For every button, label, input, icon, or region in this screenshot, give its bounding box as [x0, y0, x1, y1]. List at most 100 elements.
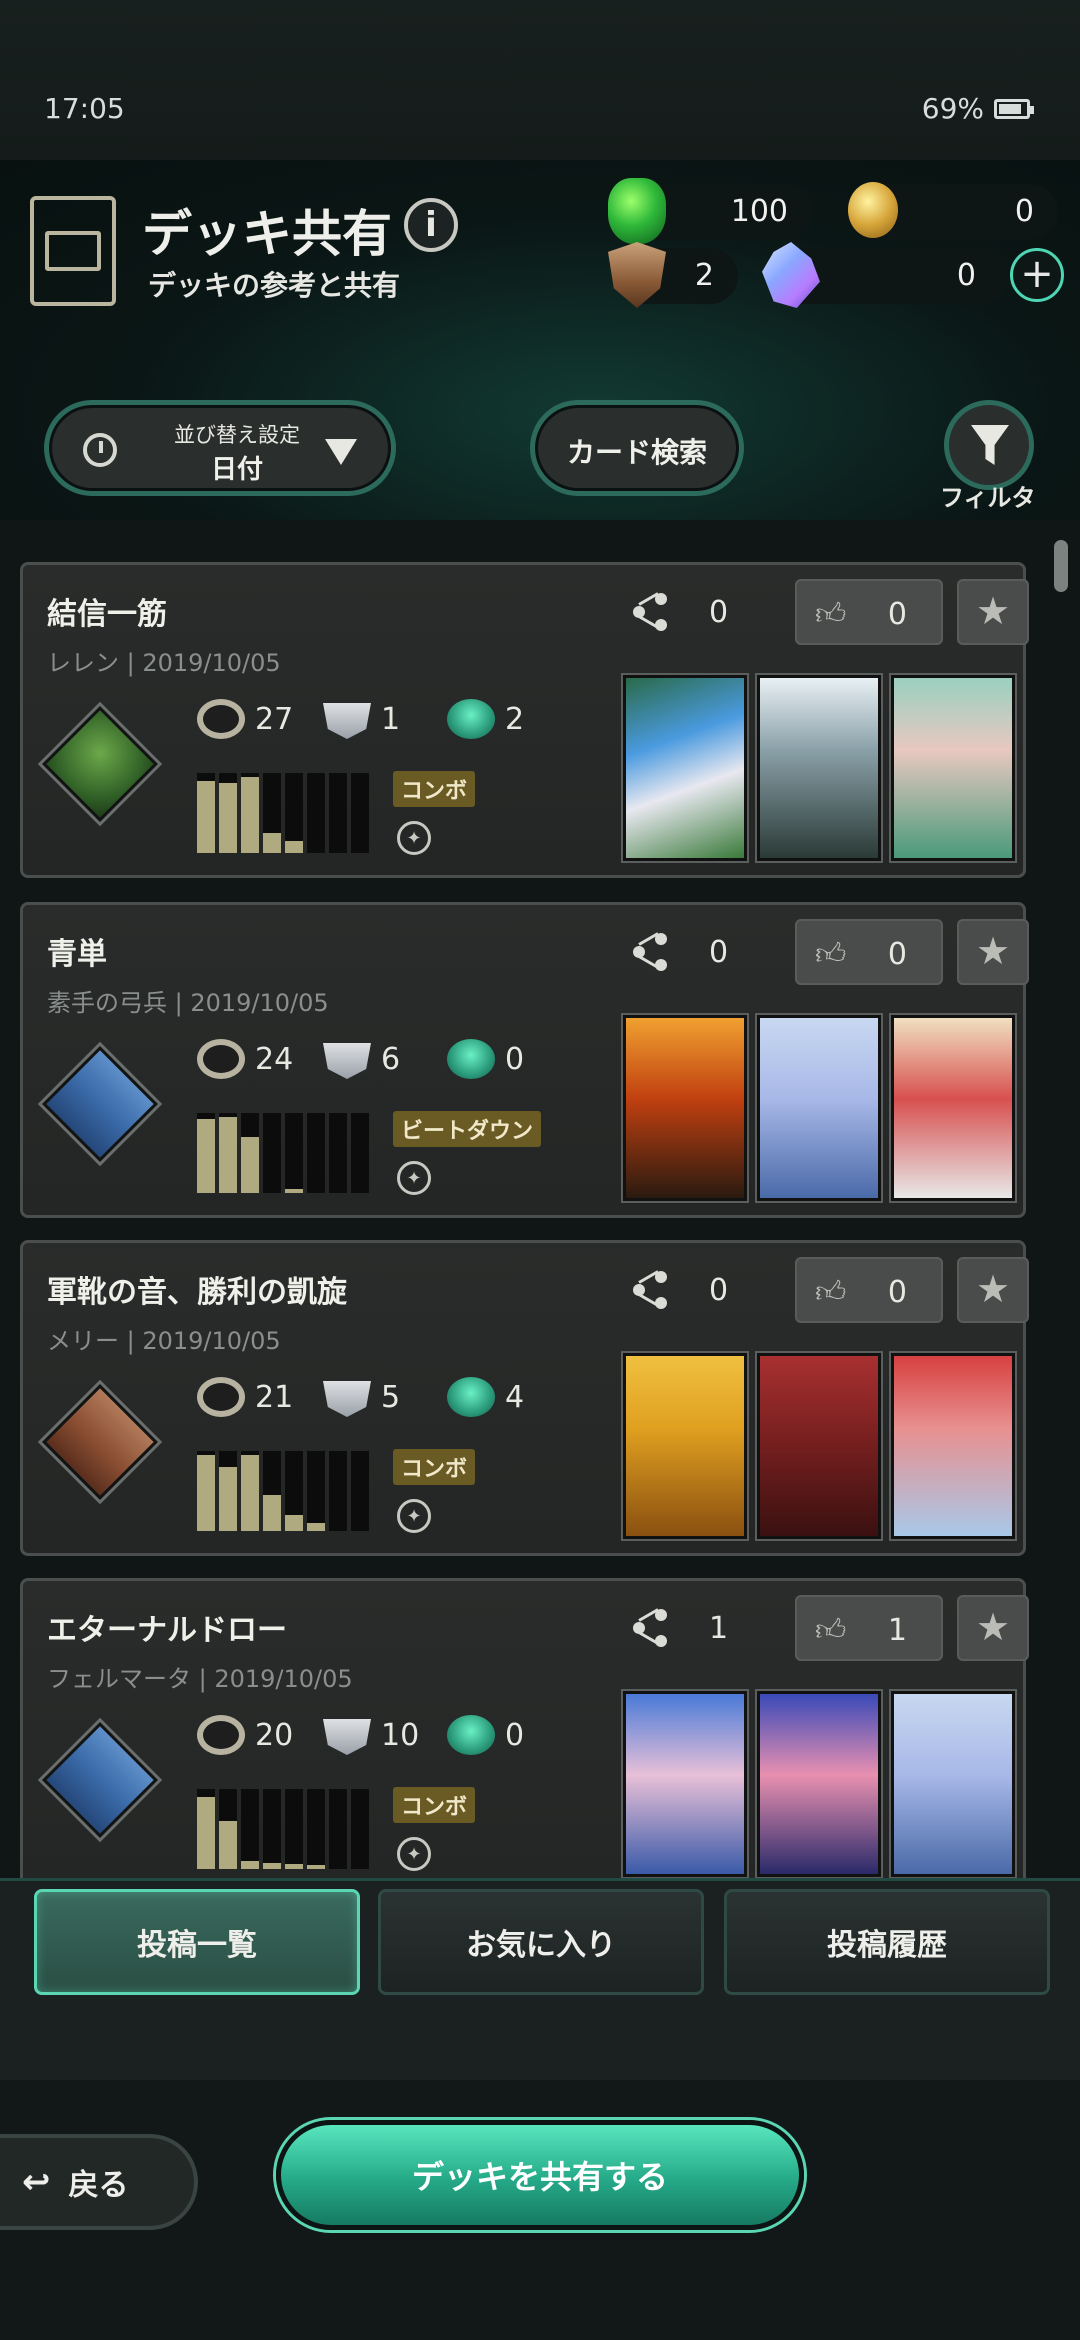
deck-card[interactable]: 軍靴の音、勝利の凱旋 メリー | 2019/10/05 0 👍︎ 0 ★ 21 … [20, 1240, 1029, 1556]
favorite-star-button[interactable]: ★ [957, 579, 1029, 645]
deck-meta: レレン | 2019/10/05 [47, 649, 281, 677]
battery-status: 69% [921, 92, 1034, 125]
card-search-label: カード検索 [566, 436, 707, 469]
leader-emblem [42, 706, 158, 822]
follower-count: 20 [255, 1717, 294, 1753]
filter-button[interactable] [944, 400, 1034, 490]
tab-post-list[interactable]: 投稿一覧 [34, 1889, 360, 1995]
deck-card[interactable]: エターナルドロー フェルマータ | 2019/10/05 1 👍︎ 1 ★ 20… [20, 1578, 1029, 1878]
favorite-star-button[interactable]: ★ [957, 1595, 1029, 1661]
card-art[interactable] [755, 1351, 883, 1541]
curve-bar-fill [197, 781, 215, 853]
deck-list[interactable]: 結信一筋 レレン | 2019/10/05 0 👍︎ 0 ★ 27 1 2 コン… [0, 520, 1080, 1878]
follower-count: 24 [255, 1041, 294, 1077]
amulet-count: 4 [505, 1379, 525, 1415]
card-art[interactable] [889, 673, 1017, 863]
deck-box-icon [30, 196, 116, 306]
curve-bar-fill [263, 833, 281, 853]
card-art[interactable] [755, 1689, 883, 1878]
share-count: 0 [709, 595, 729, 630]
sort-value: 日付 [210, 455, 263, 485]
curve-bar [263, 1789, 281, 1869]
mana-curve [197, 1113, 369, 1193]
amulet-icon [447, 1039, 495, 1079]
add-crystal-button[interactable]: + [1010, 248, 1064, 302]
card-art[interactable] [621, 673, 749, 863]
like-button[interactable]: 👍︎ 0 [795, 579, 943, 645]
info-button[interactable]: i [404, 198, 458, 252]
like-button[interactable]: 👍︎ 0 [795, 919, 943, 985]
card-search-button[interactable]: カード検索 [530, 400, 744, 496]
deck-name: エターナルドロー [47, 1613, 287, 1648]
craft-icon: ✦ [397, 821, 431, 855]
curve-bar [241, 1113, 259, 1193]
page-title: デッキ共有 [142, 205, 392, 263]
funnel-icon [971, 425, 1009, 465]
tab-post-history[interactable]: 投稿履歴 [724, 1889, 1050, 1995]
like-button[interactable]: 👍︎ 0 [795, 1257, 943, 1323]
thumbs-up-icon: 👍︎ [815, 1613, 847, 1648]
like-button[interactable]: 👍︎ 1 [795, 1595, 943, 1661]
deck-date: 2019/10/05 [214, 1665, 353, 1693]
crystal-counter: 0 [762, 242, 1008, 308]
card-art[interactable] [889, 1689, 1017, 1878]
card-art[interactable] [889, 1351, 1017, 1541]
spell-icon [323, 1043, 371, 1079]
curve-bar [241, 1789, 259, 1869]
sort-setting-button[interactable]: 並び替え設定 日付 [44, 400, 396, 496]
crystal-value: 0 [956, 258, 976, 293]
share-icon[interactable] [633, 932, 673, 973]
share-count: 0 [709, 935, 729, 970]
card-art[interactable] [621, 1689, 749, 1878]
deck-author: メリー [47, 1327, 119, 1355]
spell-icon [323, 703, 371, 739]
amulet-icon [447, 1377, 495, 1417]
battery-percent: 69% [921, 92, 984, 125]
share-icon[interactable] [633, 592, 673, 633]
favorite-star-button[interactable]: ★ [957, 919, 1029, 985]
curve-bar [329, 773, 347, 853]
deck-type-tag: コンボ [393, 771, 476, 807]
card-art[interactable] [621, 1013, 749, 1203]
deck-meta: 素手の弓兵 | 2019/10/05 [47, 989, 329, 1017]
coin-value: 0 [1014, 194, 1034, 229]
follower-stat: 24 [197, 1039, 293, 1079]
spell-count: 5 [381, 1379, 401, 1415]
curve-bar [197, 1113, 215, 1193]
follower-stat: 21 [197, 1377, 293, 1417]
spell-count: 10 [381, 1717, 420, 1753]
spell-stat: 1 [323, 699, 400, 739]
share-icon[interactable] [633, 1608, 673, 1649]
curve-bar-fill [219, 782, 237, 853]
curve-bar [263, 773, 281, 853]
follower-icon [197, 699, 245, 739]
crystal-icon [762, 242, 820, 308]
curve-bar [219, 1451, 237, 1531]
share-icon[interactable] [633, 1270, 673, 1311]
tab-favorites[interactable]: お気に入り [378, 1889, 704, 1995]
scrollbar[interactable] [1054, 540, 1068, 592]
spell-stat: 6 [323, 1039, 400, 1079]
spell-stat: 5 [323, 1377, 400, 1417]
curve-bar [219, 1113, 237, 1193]
deck-card[interactable]: 青単 素手の弓兵 | 2019/10/05 0 👍︎ 0 ★ 24 6 0 ビー… [20, 902, 1029, 1218]
share-deck-button[interactable]: デッキを共有する [276, 2120, 804, 2230]
card-art[interactable] [621, 1351, 749, 1541]
share-count: 0 [709, 1273, 729, 1308]
curve-bar [329, 1789, 347, 1869]
deck-card[interactable]: 結信一筋 レレン | 2019/10/05 0 👍︎ 0 ★ 27 1 2 コン… [20, 562, 1029, 878]
clock-icon [83, 433, 117, 467]
back-button[interactable]: ↩ 戻る [0, 2134, 198, 2230]
card-art[interactable] [889, 1013, 1017, 1203]
favorite-star-button[interactable]: ★ [957, 1257, 1029, 1323]
deck-name: 結信一筋 [47, 597, 167, 632]
curve-bar-fill [307, 1865, 325, 1869]
craft-icon: ✦ [397, 1161, 431, 1195]
coin-counter: 0 [848, 182, 1058, 240]
card-art[interactable] [755, 1013, 883, 1203]
green-gem-icon [608, 178, 666, 244]
curve-bar [351, 1113, 369, 1193]
card-art[interactable] [755, 673, 883, 863]
amulet-stat: 0 [447, 1715, 524, 1755]
deck-name: 軍靴の音、勝利の凱旋 [47, 1275, 347, 1310]
